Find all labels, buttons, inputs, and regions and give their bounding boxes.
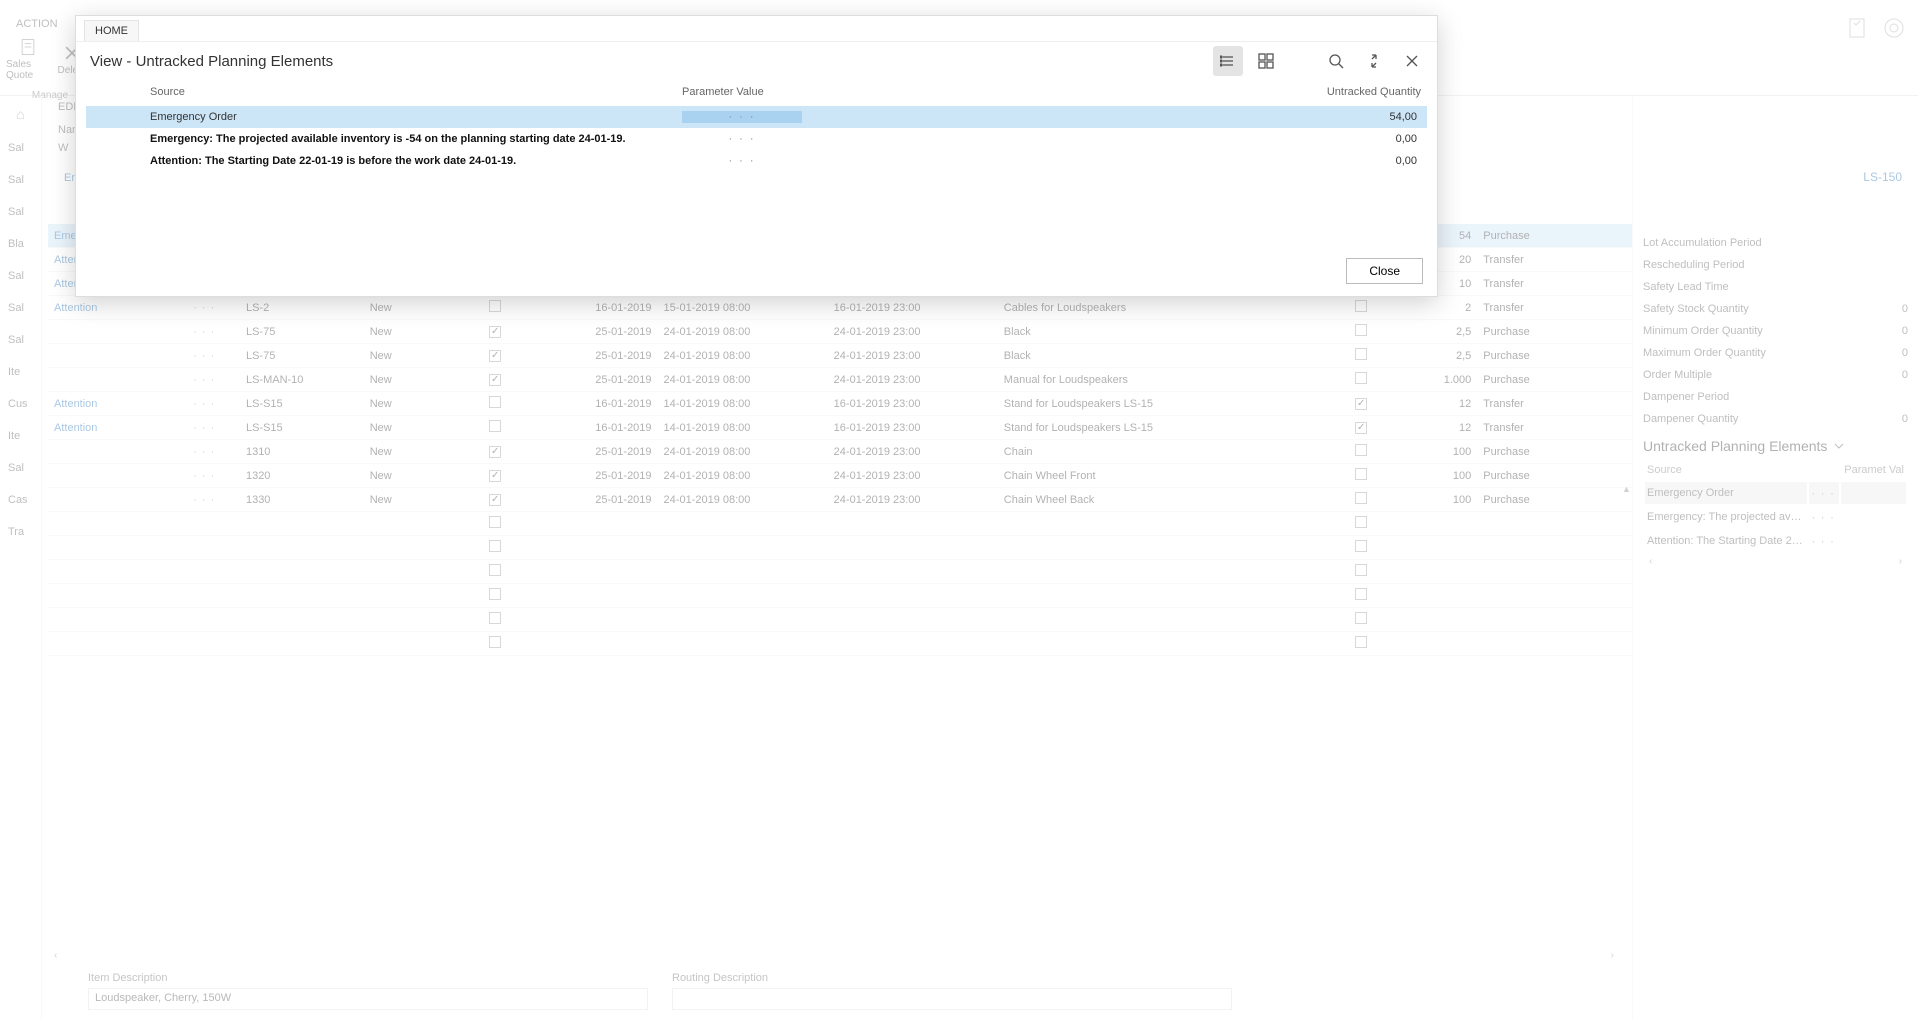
- col-untracked-qty[interactable]: Untracked Quantity: [1060, 86, 1423, 98]
- modal-row[interactable]: Attention: The Starting Date 22-01-19 is…: [86, 150, 1427, 172]
- close-icon[interactable]: [1397, 46, 1427, 76]
- tiles-view-button[interactable]: [1251, 46, 1281, 76]
- row-menu-icon[interactable]: · · ·: [682, 111, 802, 123]
- close-button[interactable]: Close: [1346, 258, 1423, 284]
- collapse-button[interactable]: [1359, 46, 1389, 76]
- list-view-button[interactable]: [1213, 46, 1243, 76]
- row-menu-icon[interactable]: · · ·: [682, 133, 802, 145]
- modal-row[interactable]: Emergency: The projected available inven…: [86, 128, 1427, 150]
- modal-tab-home[interactable]: HOME: [84, 20, 139, 41]
- modal-row[interactable]: Emergency Order· · ·54,00: [86, 106, 1427, 128]
- col-source[interactable]: Source: [90, 86, 682, 98]
- modal-title: View - Untracked Planning Elements: [90, 53, 333, 70]
- row-menu-icon[interactable]: · · ·: [682, 155, 802, 167]
- untracked-elements-dialog: HOME View - Untracked Planning Elements …: [75, 15, 1438, 297]
- col-parameter-value[interactable]: Parameter Value: [682, 86, 1060, 98]
- modal-column-headers: Source Parameter Value Untracked Quantit…: [76, 80, 1437, 98]
- search-button[interactable]: [1321, 46, 1351, 76]
